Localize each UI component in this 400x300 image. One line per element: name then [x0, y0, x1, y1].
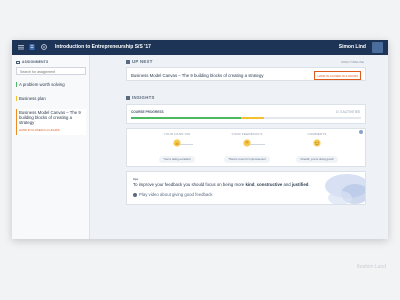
sidebar-item-label: Business plan [19, 96, 46, 101]
sidebar-item-label: Business Model Canvas – The 9 building b… [19, 110, 81, 126]
play-icon [133, 192, 137, 197]
app-window: Introduction to Entrepreneurship S/S '17… [12, 40, 388, 239]
up-next-card[interactable]: Business Model Canvas – The 9 building b… [126, 67, 366, 81]
feedback-title: YOUR HAND INS [163, 132, 191, 136]
main-content: UP NEXT OPEN TIMELINE Business Model Can… [90, 55, 388, 239]
tips-label: tips [133, 177, 139, 181]
feedback-hand-ins: YOUR HAND INS You're doing excellent [142, 132, 212, 165]
open-timeline-link[interactable]: OPEN TIMELINE [341, 60, 364, 64]
gear-icon[interactable] [40, 43, 48, 51]
play-video-link[interactable]: Play video about giving good feedback [133, 192, 213, 197]
user-name[interactable]: Simon Lind [339, 44, 366, 50]
feedback-pill: You're doing excellent [159, 155, 195, 163]
tips-card: tips To improve your feedback you should… [126, 171, 366, 205]
tip-text: To improve your feedback you should focu… [133, 182, 310, 187]
feedback-title: COMMENTS [307, 132, 327, 136]
avatar[interactable] [372, 42, 383, 53]
upload-icon [126, 59, 130, 64]
deadline-note: HAND IN CLOSED IN 2 HOURS [19, 127, 60, 132]
up-next-heading: UP NEXT [126, 59, 153, 64]
menu-icon[interactable] [17, 43, 25, 51]
smiley-icon [313, 139, 321, 147]
feedback-comments: COMMENTS Overall, you're doing good! [282, 132, 352, 165]
chart-icon [126, 95, 130, 100]
feedback-pill: There's room for improvement [224, 155, 270, 163]
course-progress-card: COURSE PROGRESS 3 / 3 ACTIVITIES [126, 104, 366, 124]
sidebar-heading: ASSIGNMENTS [16, 60, 48, 64]
course-title: Introduction to Entrepreneurship S/S '17 [55, 44, 151, 50]
up-next-title: Business Model Canvas – The 9 building b… [131, 73, 264, 78]
credit-signature: Ibrahim Lund [356, 264, 386, 270]
course-progress-label: COURSE PROGRESS [131, 110, 164, 114]
feedback-title: YOUR FEEDBACK'S [231, 132, 263, 136]
watercolor-decoration [325, 174, 365, 204]
progress-segment [131, 117, 242, 119]
course-progress-count: 3 / 3 ACTIVITIES [335, 110, 360, 114]
assignments-icon [16, 60, 20, 64]
top-bar: Introduction to Entrepreneurship S/S '17… [12, 40, 388, 55]
document-icon[interactable] [28, 43, 36, 51]
progress-segment [241, 117, 265, 119]
sidebar: ASSIGNMENTS A problem worth solving Busi… [12, 55, 90, 239]
feedback-pill: Overall, you're doing good! [296, 155, 338, 163]
progress-bar [131, 117, 361, 119]
sidebar-item-label: A problem worth solving [19, 82, 65, 87]
feedback-card: YOUR HAND INS You're doing excellent YOU… [126, 128, 366, 167]
sidebar-item-canvas[interactable]: Business Model Canvas – The 9 building b… [16, 109, 86, 135]
feedback-feedbacks: YOUR FEEDBACK'S There's room for improve… [212, 132, 282, 165]
thumbs-up-icon [173, 139, 181, 147]
sidebar-item-problem[interactable]: A problem worth solving [16, 82, 86, 88]
search-input[interactable] [16, 67, 86, 75]
deadline-badge: HAND IN CLOSED IN 2 HOURS [314, 71, 361, 80]
insights-heading: INSIGHTS [126, 95, 155, 100]
thumbs-down-icon [243, 139, 251, 147]
sidebar-item-business-plan[interactable]: Business plan [16, 96, 86, 102]
close-icon[interactable] [359, 130, 363, 134]
